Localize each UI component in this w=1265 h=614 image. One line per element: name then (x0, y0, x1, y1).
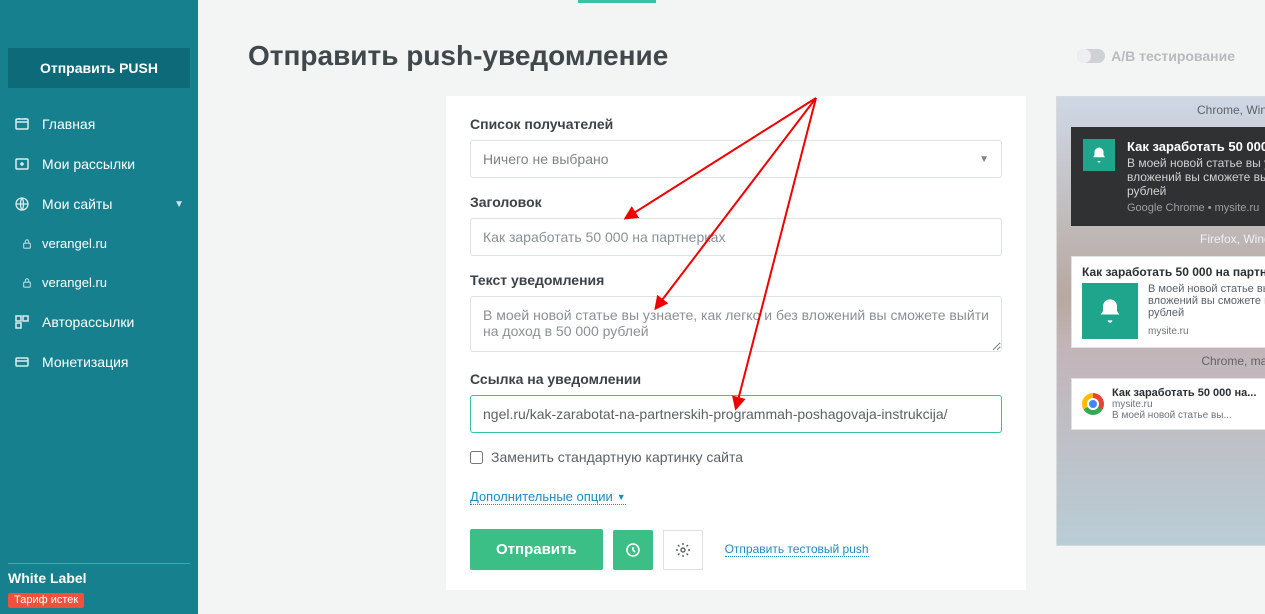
nav-monet-label: Монетизация (42, 354, 129, 370)
toast-chrome-mac: Как заработать 50 000 на... mysite.ru В … (1071, 378, 1265, 430)
title-label: Заголовок (470, 194, 1002, 210)
main: Отправить push-уведомление A/B тестирова… (198, 0, 1265, 614)
body-label: Текст уведомления (470, 272, 1002, 288)
nav-monet[interactable]: Монетизация (0, 342, 198, 382)
nav-sites-label: Мои сайты (42, 196, 112, 212)
toast-ff-body: В моей новой статье вы узнаете, как легк… (1148, 283, 1265, 319)
chrome-icon (1082, 393, 1104, 415)
send-icon (14, 156, 30, 172)
link-input[interactable] (470, 395, 1002, 433)
preview-label-chrome-mac: Chrome, macOS (1057, 348, 1265, 374)
schedule-button[interactable] (613, 530, 653, 570)
recipients-value: Ничего не выбрано (483, 151, 609, 167)
nav-auto-label: Авторассылки (42, 314, 134, 330)
nav-home-label: Главная (42, 116, 95, 132)
nav-site-2-label: verangel.ru (42, 275, 107, 290)
nav-auto[interactable]: Авторассылки (0, 302, 198, 342)
body-input[interactable]: В моей новой статье вы узнаете, как легк… (470, 296, 1002, 352)
toast-meta: Google Chrome • mysite.ru (1127, 202, 1265, 214)
tariff-badge: Тариф истек (8, 593, 84, 608)
nav-sends[interactable]: Мои рассылки (0, 144, 198, 184)
toast-firefox-win: Как заработать 50 000 на партнерках ✕ В … (1071, 256, 1265, 348)
lock-icon (22, 238, 32, 250)
ab-label: A/B тестирование (1111, 48, 1235, 64)
recipients-select[interactable]: Ничего не выбрано ▼ (470, 140, 1002, 178)
header: Отправить push-уведомление A/B тестирова… (248, 40, 1235, 72)
toast-ff-title: Как заработать 50 000 на партнерках (1082, 265, 1265, 279)
globe-icon (14, 196, 30, 212)
nav-home[interactable]: Главная (0, 104, 198, 144)
toast-mac-site: mysite.ru (1112, 399, 1265, 410)
nav-site-1[interactable]: verangel.ru (0, 224, 198, 263)
nav-sites[interactable]: Мои сайты ▼ (0, 184, 198, 224)
white-label-link[interactable]: White Label (8, 570, 190, 586)
toast-chrome-win: Как заработать 50 000 на партнерках В мо… (1071, 127, 1265, 226)
gear-icon (675, 542, 691, 558)
toast-mac-body: В моей новой статье вы... (1112, 410, 1265, 421)
title-input[interactable] (470, 218, 1002, 256)
page-title: Отправить push-уведомление (248, 40, 668, 72)
chevron-down-icon: ▼ (979, 154, 989, 165)
form-card: Список получателей Ничего не выбрано ▼ З… (446, 96, 1026, 590)
auto-icon (14, 314, 30, 330)
sidebar-footer: White Label Тариф истек (8, 563, 190, 608)
send-push-button[interactable]: Отправить PUSH (8, 48, 190, 88)
test-push-link[interactable]: Отправить тестовый push (725, 542, 869, 557)
settings-button[interactable] (663, 530, 703, 570)
nav-sends-label: Мои рассылки (42, 156, 135, 172)
toast-mac-title: Как заработать 50 000 на... (1112, 387, 1265, 399)
replace-image-label: Заменить стандартную картинку сайта (491, 449, 743, 465)
bell-icon (1082, 283, 1138, 339)
sidebar: Отправить PUSH Главная Мои рассылки Мои … (0, 0, 198, 614)
preview-panel: Chrome, Windows Как заработать 50 000 на… (1056, 96, 1265, 546)
toast-body: В моей новой статье вы узнаете, как легк… (1127, 156, 1265, 198)
ab-toggle-group: A/B тестирование (1077, 48, 1235, 64)
lock-icon (22, 277, 32, 289)
submit-button[interactable]: Отправить (470, 529, 603, 570)
preview-label-ff-win: Firefox, Windows (1057, 226, 1265, 252)
nav-site-1-label: verangel.ru (42, 236, 107, 251)
preview-label-chrome-win: Chrome, Windows (1057, 97, 1265, 123)
recipients-label: Список получателей (470, 116, 1002, 132)
toast-ff-site: mysite.ru (1148, 326, 1189, 337)
replace-image-checkbox[interactable] (470, 451, 483, 464)
chevron-down-icon: ▼ (174, 199, 184, 210)
card-icon (14, 354, 30, 370)
nav: Главная Мои рассылки Мои сайты ▼ verange… (0, 104, 198, 382)
tab-indicator (578, 0, 656, 3)
link-label: Ссылка на уведомлении (470, 371, 1002, 387)
home-icon (14, 116, 30, 132)
ab-toggle[interactable] (1077, 49, 1105, 63)
chevron-down-icon: ▼ (617, 492, 626, 502)
clock-icon (625, 542, 641, 558)
more-options-link[interactable]: Дополнительные опции ▼ (470, 489, 626, 505)
toast-title: Как заработать 50 000 на партнерках (1127, 139, 1265, 154)
nav-site-2[interactable]: verangel.ru (0, 263, 198, 302)
bell-icon (1083, 139, 1115, 171)
